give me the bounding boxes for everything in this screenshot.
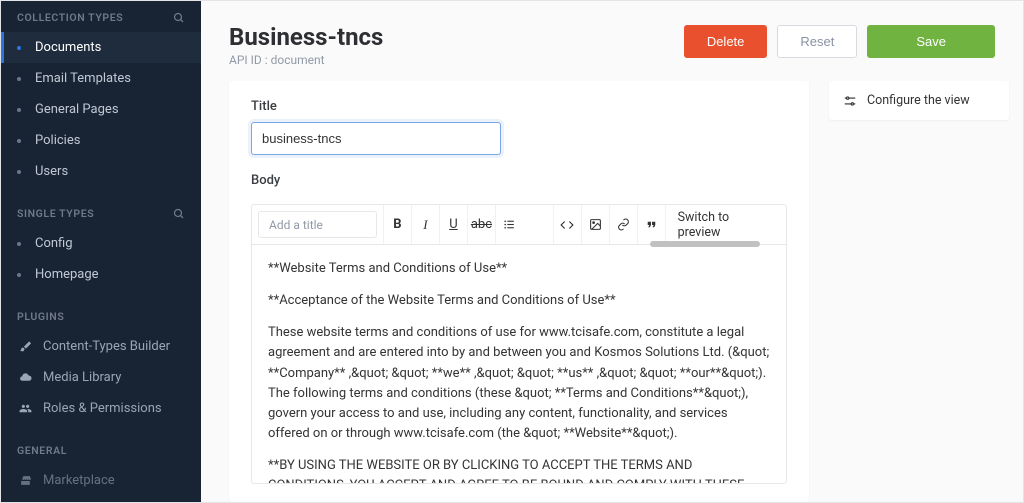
- body-paragraph: **Acceptance of the Website Terms and Co…: [268, 291, 770, 311]
- body-field-label: Body: [251, 173, 787, 188]
- store-icon: [17, 474, 33, 487]
- sidebar-item-config[interactable]: Config: [1, 228, 201, 259]
- sidebar-item-label: Content-Types Builder: [43, 339, 170, 354]
- page-title: Business-tncs: [229, 23, 383, 51]
- reset-button[interactable]: Reset: [777, 25, 857, 58]
- sidebar-item-label: Media Library: [43, 370, 121, 385]
- bullet-icon: [17, 46, 21, 50]
- bullet-icon: [17, 170, 21, 174]
- sidebar-item-email-templates[interactable]: Email Templates: [1, 63, 201, 94]
- page-header: Business-tncs API ID : document Delete R…: [201, 1, 1023, 81]
- sidebar-item-roles-permissions[interactable]: Roles & Permissions: [1, 393, 201, 424]
- page-subtitle: API ID : document: [229, 53, 383, 67]
- italic-button[interactable]: I: [411, 205, 439, 244]
- sidebar-section-label: COLLECTION TYPES: [17, 11, 123, 24]
- content-row: Title Body Add a title B I U abc: [201, 81, 1023, 502]
- search-icon[interactable]: [173, 208, 185, 220]
- sidebar-item-general-pages[interactable]: General Pages: [1, 94, 201, 125]
- paint-brush-icon: [17, 340, 33, 353]
- editor-body[interactable]: **Website Terms and Conditions of Use** …: [252, 245, 786, 483]
- bullet-icon: [17, 273, 21, 277]
- sidebar-item-label: Email Templates: [35, 71, 131, 86]
- sidebar-item-policies[interactable]: Policies: [1, 125, 201, 156]
- bullet-icon: [17, 77, 21, 81]
- sidebar-item-label: Config: [35, 236, 73, 251]
- drag-handle-icon[interactable]: [650, 241, 760, 247]
- sidebar-item-media-library[interactable]: Media Library: [1, 362, 201, 393]
- title-input[interactable]: [251, 122, 501, 155]
- sidebar-item-homepage[interactable]: Homepage: [1, 259, 201, 290]
- insert-group: [553, 205, 665, 244]
- title-field-label: Title: [251, 99, 787, 114]
- bullet-icon: [17, 108, 21, 112]
- sidebar-item-label: Users: [35, 164, 68, 179]
- sidebar-section-label: PLUGINS: [17, 310, 64, 323]
- link-button[interactable]: [609, 205, 637, 244]
- bullet-icon: [17, 242, 21, 246]
- users-icon: [17, 402, 33, 415]
- sidebar-section-plugins: PLUGINS: [1, 300, 201, 331]
- sidebar-item-label: Homepage: [35, 267, 99, 282]
- sidebar-section-label: GENERAL: [17, 444, 67, 457]
- rich-text-editor: Add a title B I U abc: [251, 204, 787, 484]
- sidebar-section-collection-types: COLLECTION TYPES: [1, 1, 201, 32]
- app-root: COLLECTION TYPES Documents Email Templat…: [0, 0, 1024, 503]
- main-panel: Business-tncs API ID : document Delete R…: [201, 1, 1023, 502]
- delete-button[interactable]: Delete: [684, 25, 768, 58]
- switch-to-preview-button[interactable]: Switch to preview: [665, 205, 786, 244]
- sidebar-item-documents[interactable]: Documents: [1, 32, 201, 63]
- header-actions: Delete Reset Save: [684, 25, 995, 58]
- sliders-icon: [843, 94, 857, 108]
- bullet-icon: [17, 139, 21, 143]
- header-left: Business-tncs API ID : document: [229, 23, 383, 67]
- sidebar-section-label: SINGLE TYPES: [17, 207, 94, 220]
- sidebar-item-label: Policies: [35, 133, 80, 148]
- body-paragraph: **BY USING THE WEBSITE OR BY CLICKING TO…: [268, 456, 770, 483]
- strikethrough-button[interactable]: abc: [467, 205, 495, 244]
- bold-button[interactable]: B: [383, 205, 411, 244]
- configure-view-label: Configure the view: [867, 93, 970, 108]
- sidebar-item-label: Roles & Permissions: [43, 401, 162, 416]
- body-paragraph: These website terms and conditions of us…: [268, 323, 770, 444]
- code-button[interactable]: [553, 205, 581, 244]
- sidebar-item-label: Marketplace: [43, 473, 115, 488]
- configure-view-button[interactable]: Configure the view: [829, 81, 1009, 120]
- sidebar-section-single-types: SINGLE TYPES: [1, 197, 201, 228]
- body-field: Body Add a title B I U abc: [251, 173, 787, 484]
- save-button[interactable]: Save: [867, 25, 995, 58]
- sidebar-item-content-types-builder[interactable]: Content-Types Builder: [1, 331, 201, 362]
- editor-toolbar: Add a title B I U abc: [252, 205, 786, 245]
- image-button[interactable]: [581, 205, 609, 244]
- sidebar-item-users[interactable]: Users: [1, 156, 201, 187]
- sidebar-item-label: Documents: [35, 40, 101, 55]
- sidebar: COLLECTION TYPES Documents Email Templat…: [1, 1, 201, 502]
- form-card: Title Body Add a title B I U abc: [229, 81, 809, 502]
- search-icon[interactable]: [173, 12, 185, 24]
- cloud-icon: [17, 371, 33, 384]
- sidebar-item-label: General Pages: [35, 102, 119, 117]
- underline-button[interactable]: U: [439, 205, 467, 244]
- format-group: B I U abc: [383, 205, 523, 244]
- quote-button[interactable]: [637, 205, 665, 244]
- sidebar-item-marketplace[interactable]: Marketplace: [1, 465, 201, 496]
- list-button[interactable]: [495, 205, 523, 244]
- body-paragraph: **Website Terms and Conditions of Use**: [268, 259, 770, 279]
- sidebar-section-general: GENERAL: [1, 434, 201, 465]
- editor-title-input[interactable]: Add a title: [258, 211, 377, 238]
